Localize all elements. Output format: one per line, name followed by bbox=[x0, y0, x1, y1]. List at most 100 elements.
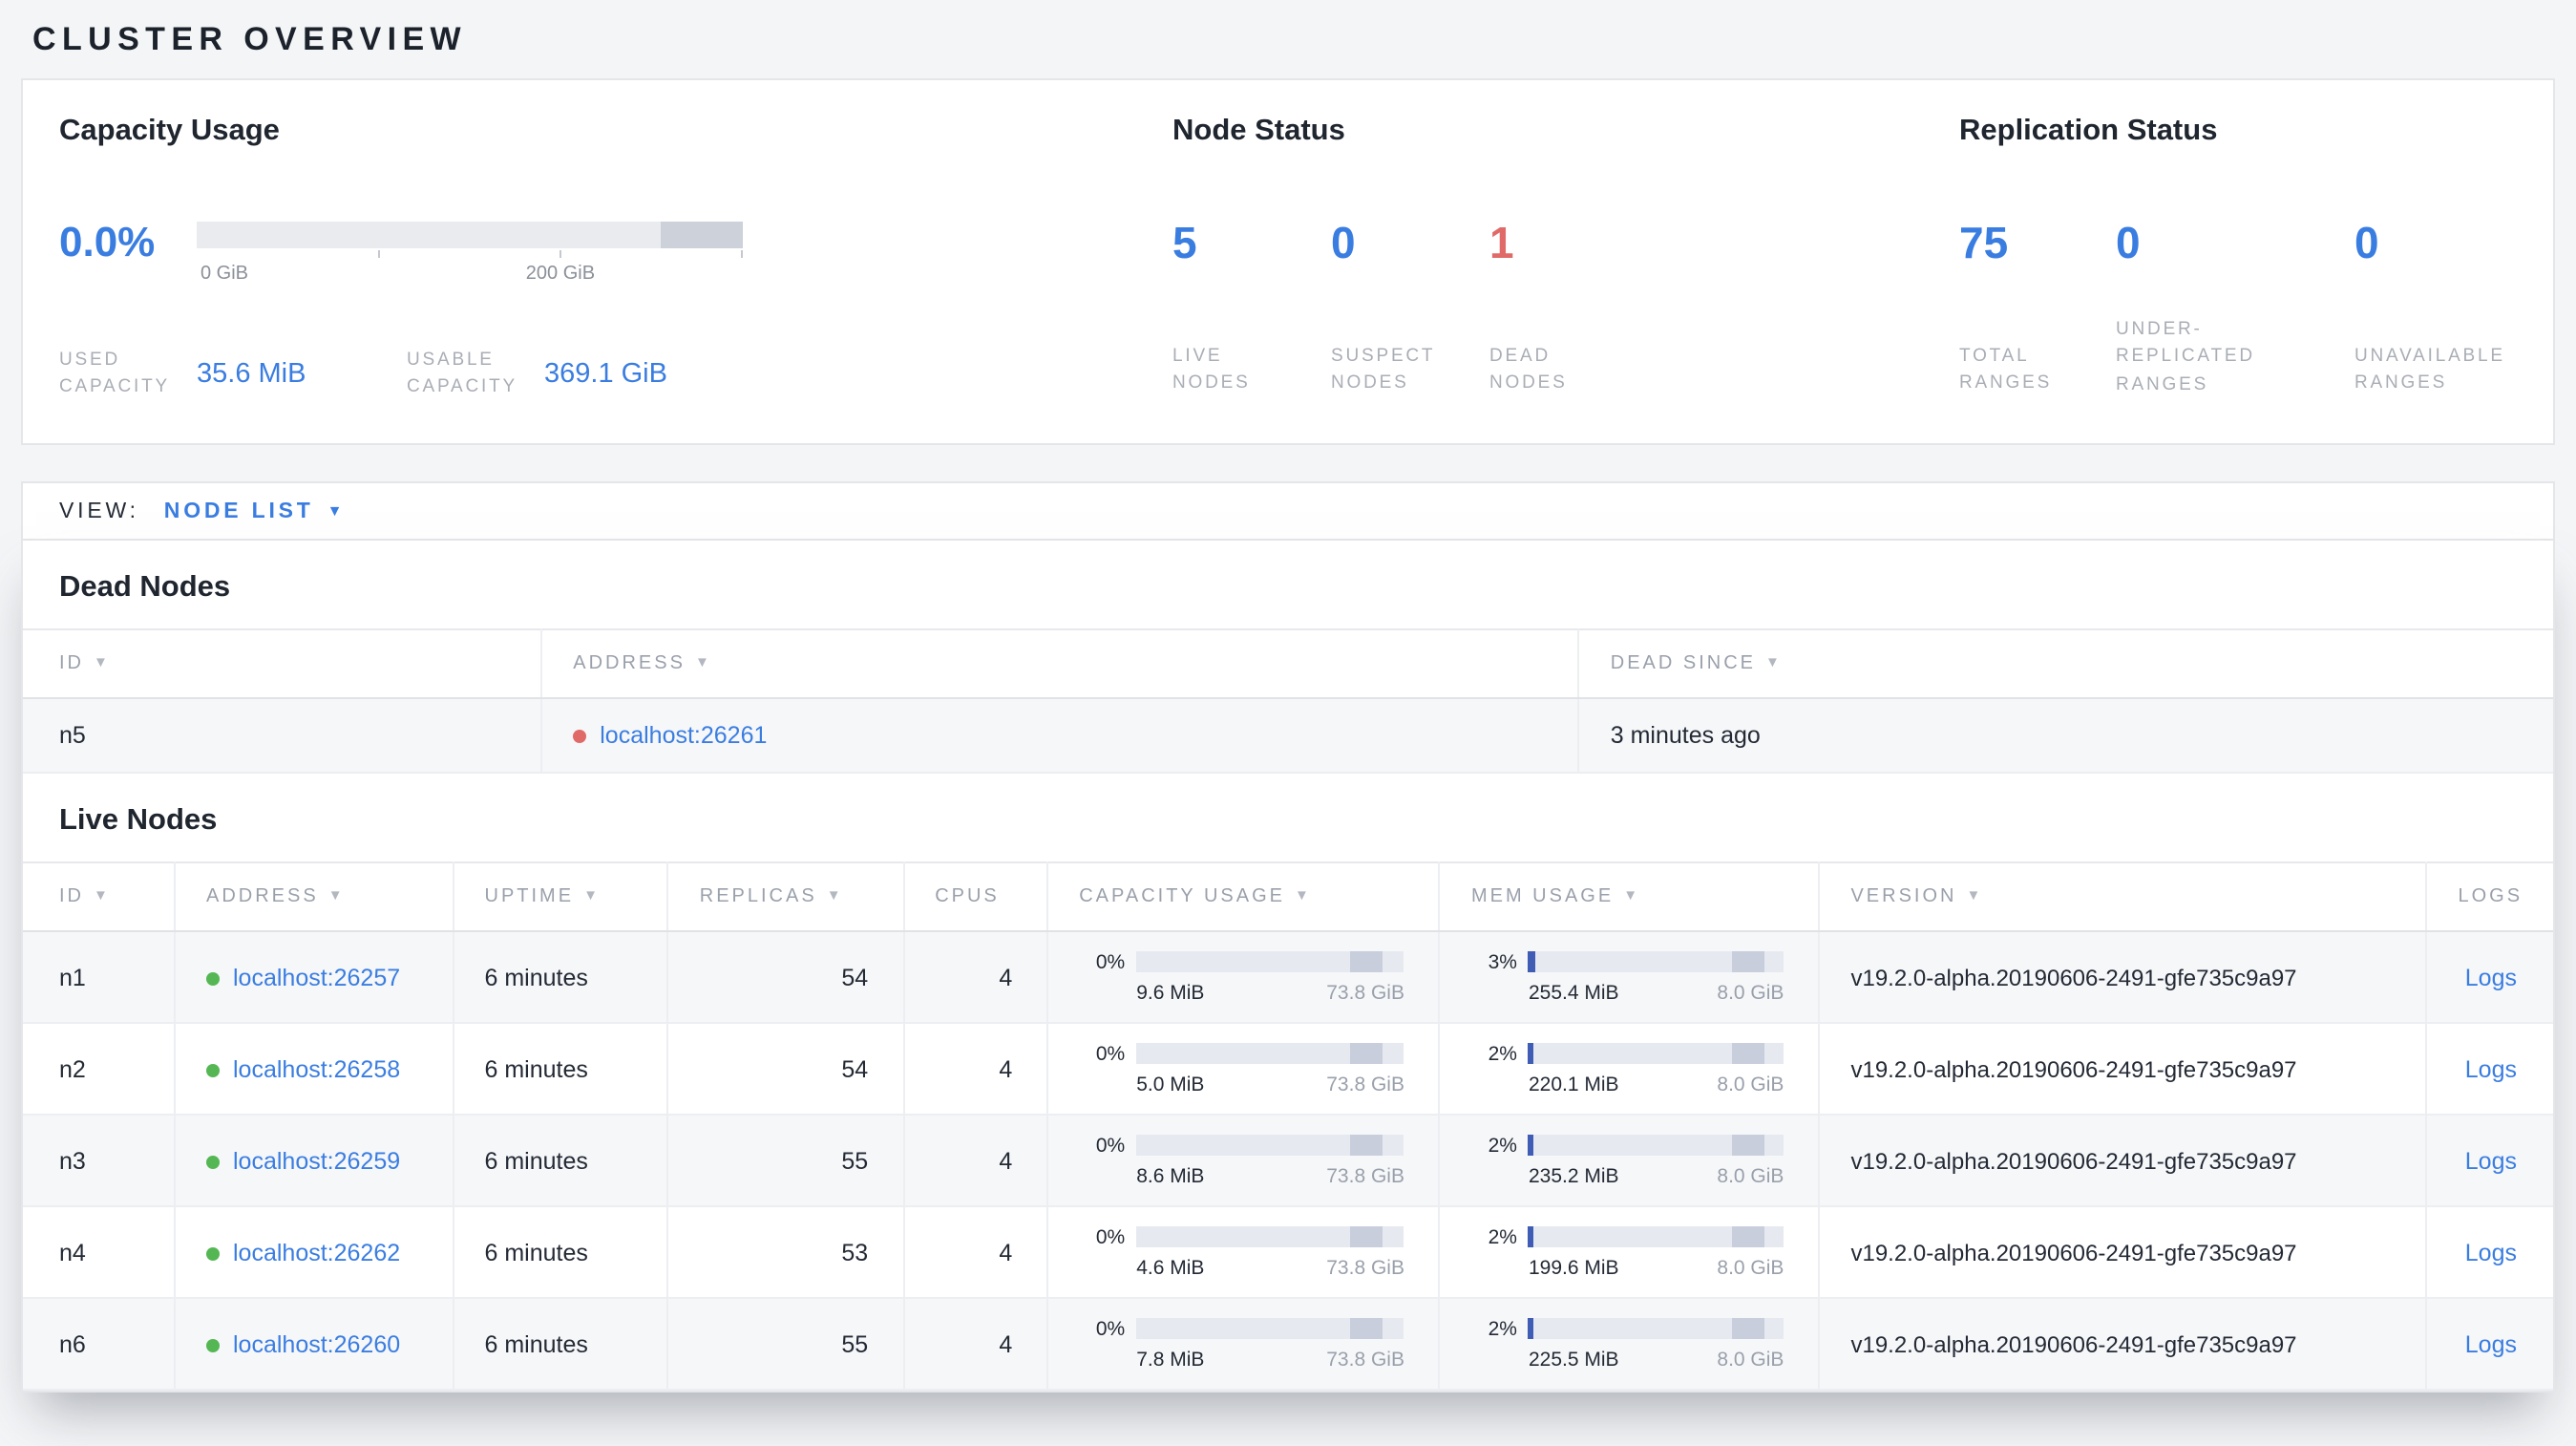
capacity-total-value: 73.8 GiB bbox=[1326, 1073, 1404, 1095]
logs-link[interactable]: Logs bbox=[2465, 1239, 2517, 1265]
logs-link[interactable]: Logs bbox=[2465, 1055, 2517, 1082]
node-address-link[interactable]: localhost:26257 bbox=[233, 964, 400, 990]
capacity-bar-marker bbox=[1350, 1226, 1383, 1247]
capacity-percent-label: 0% bbox=[1095, 1317, 1126, 1340]
total-ranges-label: TOTAL RANGES bbox=[1959, 346, 2053, 394]
node-address-cell: localhost:26260 bbox=[175, 1298, 454, 1391]
node-address-link[interactable]: localhost:26262 bbox=[233, 1239, 400, 1265]
mem-total-value: 8.0 GiB bbox=[1717, 981, 1784, 1004]
sort-arrow-icon: ▼ bbox=[1765, 653, 1783, 670]
node-logs-cell: Logs bbox=[2426, 1298, 2553, 1391]
page-title: CLUSTER OVERVIEW bbox=[32, 21, 468, 57]
sort-arrow-icon: ▼ bbox=[1294, 886, 1312, 904]
node-version-cell: v19.2.0-alpha.20190606-2491-gfe735c9a97 bbox=[1819, 1298, 2428, 1391]
logs-link[interactable]: Logs bbox=[2465, 964, 2517, 990]
node-id-cell: n4 bbox=[23, 1206, 176, 1299]
mem-bar-marker bbox=[1732, 1226, 1764, 1247]
capacity-percent-label: 0% bbox=[1095, 950, 1126, 973]
unavailable-count: 0 bbox=[2354, 218, 2379, 267]
live-col-header-logs: LOGS bbox=[2426, 861, 2553, 932]
live-col-header-version[interactable]: VERSION ▼ bbox=[1819, 861, 2428, 932]
live-nodes-title: Live Nodes bbox=[59, 804, 218, 837]
node-address-link[interactable]: localhost:26258 bbox=[233, 1055, 400, 1082]
live-col-header-id[interactable]: ID ▼ bbox=[23, 861, 176, 932]
node-uptime-cell: 6 minutes bbox=[453, 931, 669, 1024]
live-col-header-uptime[interactable]: UPTIME ▼ bbox=[453, 861, 669, 932]
usable-capacity-value: 369.1 GiB bbox=[544, 359, 667, 391]
dead-col-header-address[interactable]: ADDRESS ▼ bbox=[541, 628, 1580, 699]
mem-total-value: 8.0 GiB bbox=[1717, 1256, 1784, 1279]
used-capacity-value: 35.6 MiB bbox=[197, 359, 306, 391]
mem-used-value: 199.6 MiB bbox=[1528, 1256, 1619, 1279]
live-status-icon bbox=[206, 1155, 220, 1168]
node-address-link[interactable]: localhost:26261 bbox=[600, 722, 767, 749]
capacity-total-value: 73.8 GiB bbox=[1326, 1164, 1404, 1187]
node-version-cell: v19.2.0-alpha.20190606-2491-gfe735c9a97 bbox=[1819, 1023, 2428, 1116]
node-address-link[interactable]: localhost:26260 bbox=[233, 1330, 400, 1357]
capacity-used-value: 8.6 MiB bbox=[1136, 1164, 1205, 1187]
node-cpus-cell: 4 bbox=[903, 931, 1049, 1024]
mem-usage-bar bbox=[1528, 1318, 1784, 1339]
node-mem-usage-cell: 2% 225.5 MiB 8.0 GiB bbox=[1439, 1298, 1821, 1391]
node-capacity-usage-cell: 0% 9.6 MiB 73.8 GiB bbox=[1047, 931, 1441, 1024]
capacity-used-value: 9.6 MiB bbox=[1136, 981, 1205, 1004]
under-replicated-ranges-stat: 0 UNDER- REPLICATED RANGES bbox=[2116, 221, 2354, 399]
capacity-usage-bar bbox=[1136, 1318, 1404, 1339]
capacity-percent-label: 0% bbox=[1095, 1225, 1126, 1248]
capacity-bar-marker bbox=[1350, 1135, 1383, 1156]
node-capacity-usage-cell: 0% 5.0 MiB 73.8 GiB bbox=[1047, 1023, 1441, 1116]
dead-nodes-count: 1 bbox=[1489, 218, 1514, 267]
node-capacity-usage-cell: 0% 4.6 MiB 73.8 GiB bbox=[1047, 1206, 1441, 1299]
capacity-total-value: 73.8 GiB bbox=[1326, 1348, 1404, 1371]
node-version-cell: v19.2.0-alpha.20190606-2491-gfe735c9a97 bbox=[1819, 931, 2428, 1024]
live-col-header-capacity-usage[interactable]: CAPACITY USAGE ▼ bbox=[1047, 861, 1441, 932]
mem-percent-label: 3% bbox=[1488, 950, 1517, 973]
dead-col-header-dead-since[interactable]: DEAD SINCE ▼ bbox=[1578, 628, 2553, 699]
node-replicas-cell: 55 bbox=[667, 1298, 905, 1391]
logs-link[interactable]: Logs bbox=[2465, 1330, 2517, 1357]
capacity-gauge-axis: 0 GiB 200 GiB bbox=[197, 248, 743, 285]
unavailable-ranges-stat: 0 UNAVAILABLE RANGES bbox=[2354, 218, 2513, 399]
node-uptime-cell: 6 minutes bbox=[453, 1023, 669, 1116]
capacity-percent-label: 0% bbox=[1095, 1134, 1126, 1157]
mem-total-value: 8.0 GiB bbox=[1717, 1164, 1784, 1187]
capacity-usage-bar bbox=[1136, 1226, 1404, 1247]
mem-percent-label: 2% bbox=[1488, 1317, 1517, 1340]
node-address-link[interactable]: localhost:26259 bbox=[233, 1147, 400, 1174]
live-col-header-replicas[interactable]: REPLICAS ▼ bbox=[667, 861, 905, 932]
nodes-tables-card: Dead Nodes ID ▼ ADDRESS ▼ DEAD SINCE ▼ n5 l… bbox=[21, 541, 2555, 1393]
node-replicas-cell: 55 bbox=[667, 1115, 905, 1207]
node-logs-cell: Logs bbox=[2426, 1206, 2553, 1299]
capacity-usage-bar bbox=[1136, 951, 1404, 972]
live-status-icon bbox=[206, 1338, 220, 1351]
view-dropdown[interactable]: NODE LIST ▼ bbox=[164, 500, 347, 522]
cluster-overview-page: CLUSTER OVERVIEW Capacity Usage 0.0% 0 G… bbox=[0, 0, 2576, 1446]
node-logs-cell: Logs bbox=[2426, 931, 2553, 1024]
node-address-cell: localhost:26262 bbox=[175, 1206, 454, 1299]
node-id-cell: n6 bbox=[23, 1298, 176, 1391]
capacity-bar-marker bbox=[1350, 951, 1383, 972]
live-col-header-cpus: CPUS bbox=[903, 861, 1049, 932]
chevron-down-icon: ▼ bbox=[327, 502, 347, 520]
view-selector-bar: VIEW: NODE LIST ▼ bbox=[21, 481, 2555, 541]
mem-usage-bar bbox=[1528, 1135, 1784, 1156]
capacity-usage-bar bbox=[1136, 1135, 1404, 1156]
node-address-cell: localhost:26261 bbox=[541, 698, 1580, 774]
mem-bar-marker bbox=[1732, 1135, 1764, 1156]
logs-link[interactable]: Logs bbox=[2465, 1147, 2517, 1174]
view-dropdown-value: NODE LIST bbox=[163, 500, 314, 522]
live-col-header-mem-usage[interactable]: MEM USAGE ▼ bbox=[1439, 861, 1821, 932]
live-col-header-address[interactable]: ADDRESS ▼ bbox=[175, 861, 454, 932]
capacity-usage-title: Capacity Usage bbox=[59, 115, 280, 147]
view-label: VIEW: bbox=[59, 500, 139, 522]
node-address-cell: localhost:26257 bbox=[175, 931, 454, 1024]
mem-used-value: 235.2 MiB bbox=[1528, 1164, 1619, 1187]
capacity-total-value: 73.8 GiB bbox=[1326, 1256, 1404, 1279]
dead-col-header-id[interactable]: ID ▼ bbox=[23, 628, 543, 699]
node-id-cell: n1 bbox=[23, 931, 176, 1024]
capacity-percent-value: 0.0% bbox=[59, 218, 156, 266]
dead-status-icon bbox=[573, 730, 587, 743]
node-uptime-cell: 6 minutes bbox=[453, 1206, 669, 1299]
mem-usage-bar bbox=[1528, 1043, 1784, 1064]
node-address-cell: localhost:26259 bbox=[175, 1115, 454, 1207]
